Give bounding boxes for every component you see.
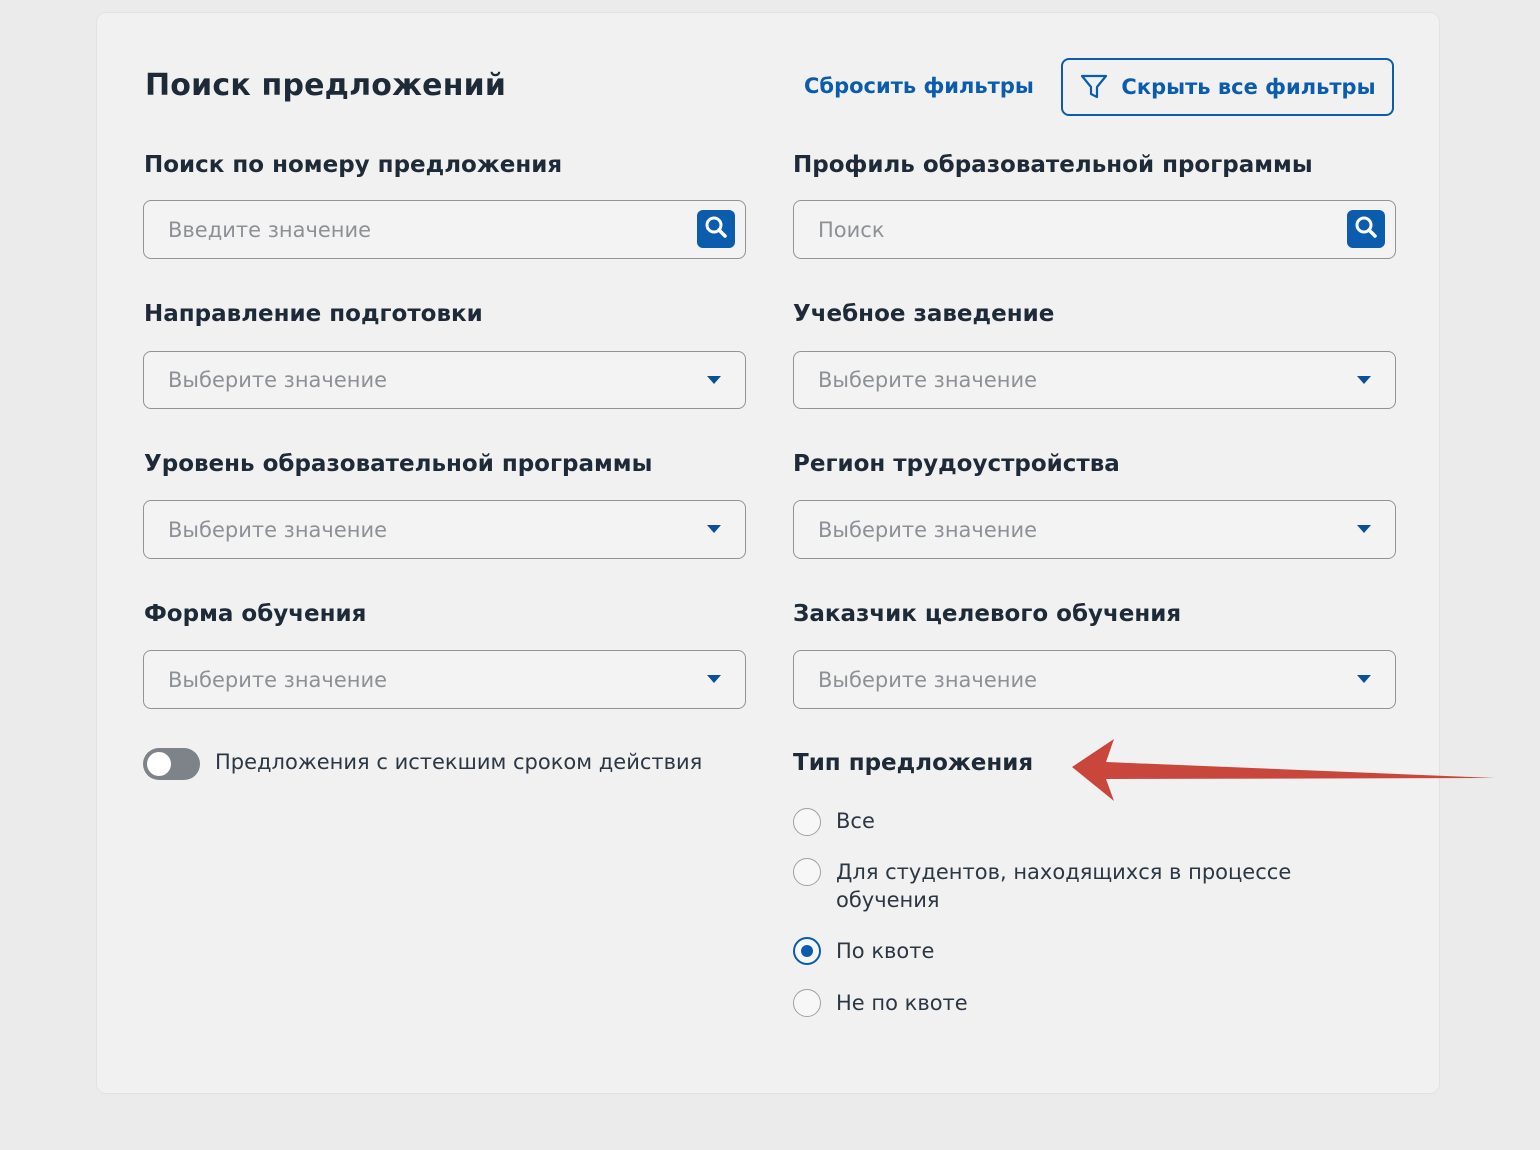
radio-quota-label[interactable]: По квоте — [836, 937, 934, 965]
level-label: Уровень образовательной программы — [144, 451, 653, 477]
radio-all[interactable] — [793, 808, 821, 836]
radio-all-label[interactable]: Все — [836, 807, 875, 835]
region-label: Регион трудоустройства — [793, 451, 1120, 477]
customer-placeholder: Выберите значение — [818, 667, 1038, 692]
chevron-down-icon — [1357, 525, 1371, 533]
filter-icon — [1079, 72, 1109, 102]
form-select[interactable]: Выберите значение — [143, 650, 746, 709]
page-title: Поиск предложений — [145, 68, 507, 103]
chevron-down-icon — [707, 376, 721, 384]
search-icon — [1353, 214, 1379, 244]
institution-label: Учебное заведение — [793, 301, 1055, 327]
offer-number-input[interactable]: Введите значение — [143, 200, 746, 259]
direction-label: Направление подготовки — [144, 301, 483, 327]
level-select[interactable]: Выберите значение — [143, 500, 746, 559]
form-placeholder: Выберите значение — [168, 667, 388, 692]
chevron-down-icon — [1357, 675, 1371, 683]
profile-label: Профиль образовательной программы — [793, 152, 1313, 178]
profile-placeholder: Поиск — [818, 217, 885, 242]
offer-number-search-button[interactable] — [697, 210, 735, 248]
offer-number-label: Поиск по номеру предложения — [144, 152, 563, 178]
hide-filters-button[interactable]: Скрыть все фильтры — [1061, 58, 1394, 116]
annotation-arrow-icon — [1072, 739, 1495, 801]
reset-filters-link[interactable]: Сбросить фильтры — [804, 74, 1034, 98]
expired-offers-toggle[interactable] — [143, 748, 200, 780]
radio-students[interactable] — [793, 858, 821, 886]
direction-select[interactable]: Выберите значение — [143, 351, 746, 409]
customer-select[interactable]: Выберите значение — [793, 650, 1396, 709]
institution-placeholder: Выберите значение — [818, 368, 1038, 392]
radio-dot — [801, 945, 813, 957]
expired-offers-label: Предложения с истекшим сроком действия — [215, 750, 703, 774]
direction-placeholder: Выберите значение — [168, 368, 388, 392]
offer-number-placeholder: Введите значение — [168, 217, 372, 242]
search-icon — [703, 214, 729, 244]
radio-students-label[interactable]: Для студентов, находящихся в процессе об… — [836, 858, 1316, 914]
profile-search-input[interactable]: Поиск — [793, 200, 1396, 259]
institution-select[interactable]: Выберите значение — [793, 351, 1396, 409]
customer-label: Заказчик целевого обучения — [793, 601, 1182, 627]
toggle-knob — [147, 752, 171, 776]
radio-quota[interactable] — [793, 937, 821, 965]
form-label: Форма обучения — [144, 601, 367, 627]
radio-non-quota-label[interactable]: Не по квоте — [836, 989, 968, 1017]
chevron-down-icon — [707, 675, 721, 683]
profile-search-button[interactable] — [1347, 210, 1385, 248]
chevron-down-icon — [707, 525, 721, 533]
chevron-down-icon — [1357, 376, 1371, 384]
offer-type-title: Тип предложения — [793, 750, 1034, 776]
region-placeholder: Выберите значение — [818, 517, 1038, 542]
hide-filters-label: Скрыть все фильтры — [1121, 75, 1376, 99]
level-placeholder: Выберите значение — [168, 517, 388, 542]
radio-non-quota[interactable] — [793, 989, 821, 1017]
region-select[interactable]: Выберите значение — [793, 500, 1396, 559]
